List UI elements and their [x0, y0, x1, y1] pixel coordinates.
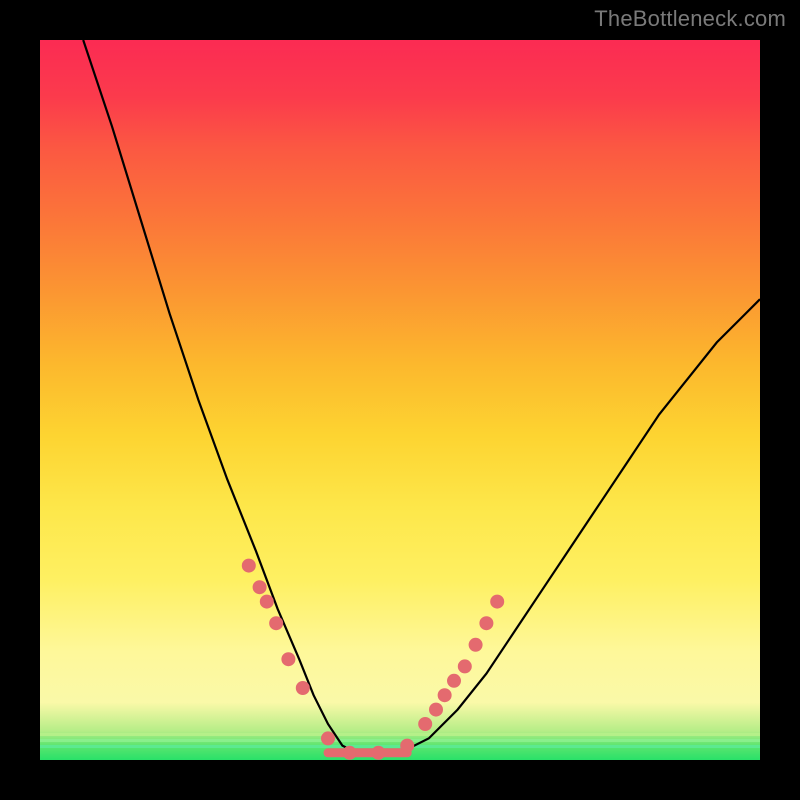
- highlight-dot: [469, 638, 482, 651]
- chart-frame: TheBottleneck.com: [0, 0, 800, 800]
- bottleneck-curve: [83, 40, 760, 753]
- chart-svg: [40, 40, 760, 760]
- watermark-text: TheBottleneck.com: [594, 6, 786, 32]
- highlight-dot: [458, 660, 471, 673]
- highlight-dot: [270, 617, 283, 630]
- highlight-dot: [322, 732, 335, 745]
- highlight-dot: [448, 674, 461, 687]
- highlight-dot: [282, 653, 295, 666]
- highlight-dot: [430, 703, 443, 716]
- highlight-dot: [343, 746, 356, 759]
- highlight-dots: [242, 559, 503, 759]
- highlight-dot: [253, 581, 266, 594]
- highlight-dot: [438, 689, 451, 702]
- highlight-dot: [401, 739, 414, 752]
- highlight-dot: [419, 718, 432, 731]
- highlight-dot: [296, 682, 309, 695]
- highlight-dot: [242, 559, 255, 572]
- plot-area: [40, 40, 760, 760]
- highlight-dot: [260, 595, 273, 608]
- highlight-dot: [480, 617, 493, 630]
- highlight-dot: [491, 595, 504, 608]
- highlight-dot: [372, 746, 385, 759]
